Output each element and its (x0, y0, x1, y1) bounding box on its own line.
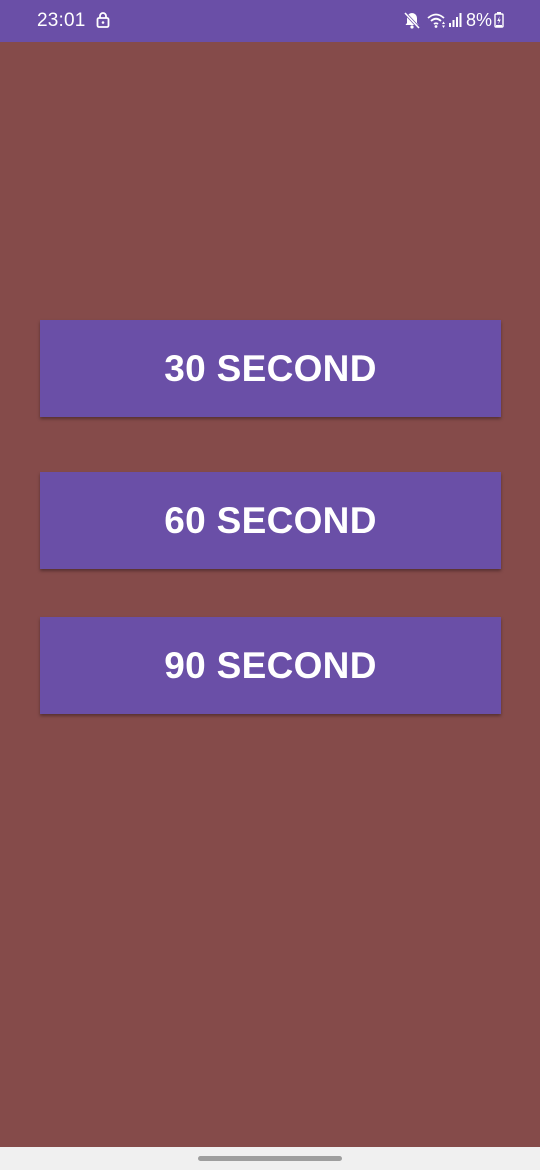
signal-icon (448, 10, 462, 30)
lock-icon (96, 11, 110, 29)
status-bar: 23:01 8% (0, 0, 540, 42)
main-content: 30 SECOND 60 SECOND 90 SECOND (0, 42, 540, 1147)
battery-charging-icon (494, 10, 504, 30)
mute-icon (403, 10, 421, 30)
status-time: 23:01 (37, 10, 86, 31)
navigation-bar (0, 1147, 540, 1170)
wifi-icon (426, 10, 446, 30)
battery-percent: 8% (465, 9, 492, 30)
home-gesture-handle[interactable] (198, 1156, 342, 1161)
30-second-button[interactable]: 30 SECOND (40, 320, 501, 417)
status-icons: 8% (403, 9, 504, 31)
60-second-button[interactable]: 60 SECOND (40, 472, 501, 569)
90-second-button[interactable]: 90 SECOND (40, 617, 501, 714)
